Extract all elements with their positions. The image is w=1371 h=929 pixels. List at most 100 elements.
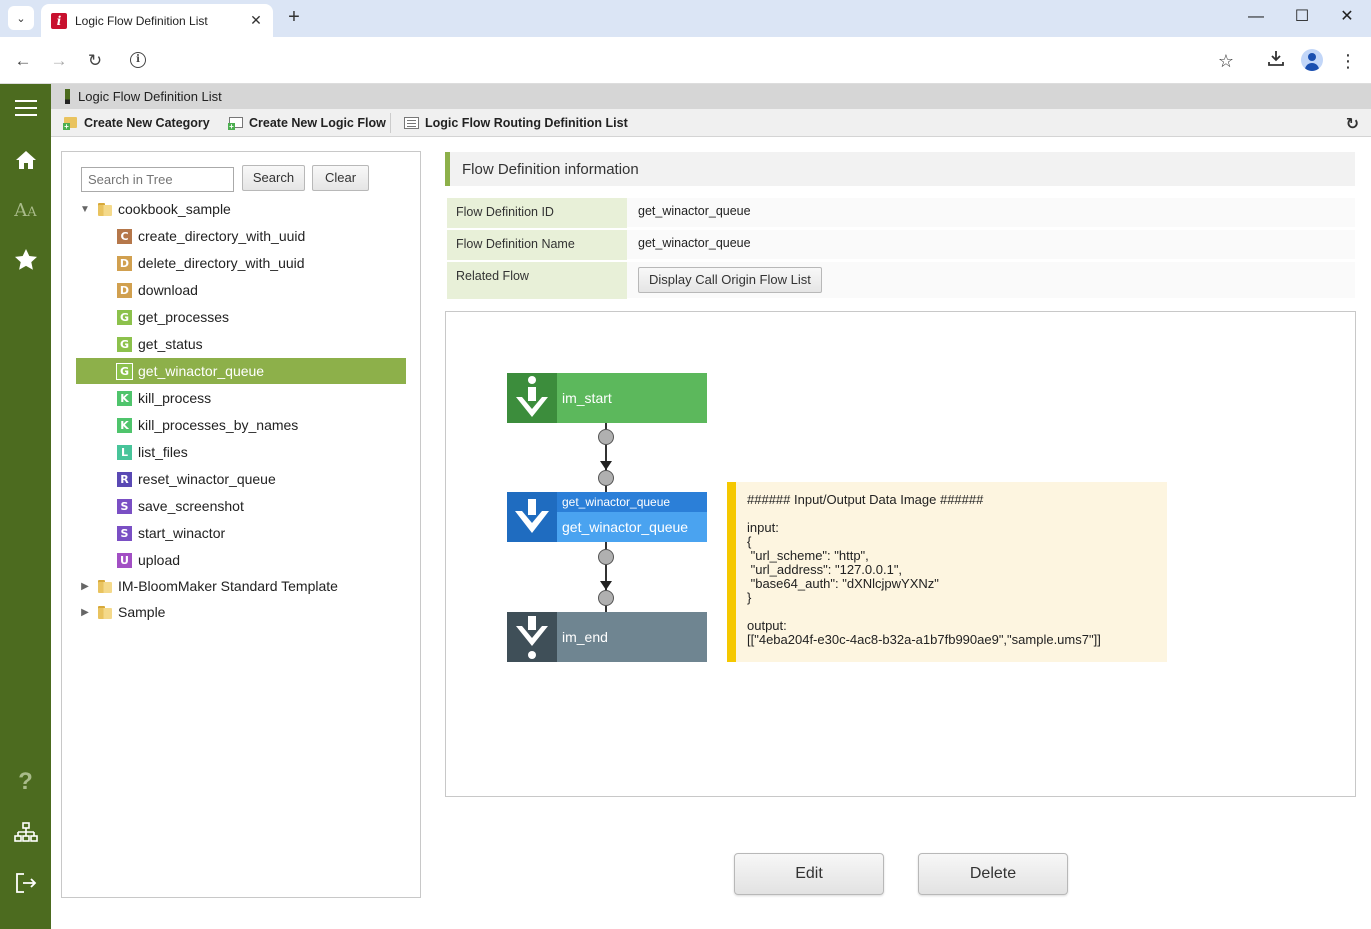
tree-item-label: reset_winactor_queue [138,471,276,487]
bookmark-star-icon[interactable]: ☆ [1213,48,1239,74]
home-icon[interactable] [0,142,51,178]
tree-search-input[interactable] [81,167,234,192]
reload-icon[interactable]: ↻ [82,48,108,74]
tree-item-label: download [138,282,198,298]
flow-node-start[interactable]: im_start [507,373,707,423]
flow-node-task[interactable]: get_winactor_queue get_winactor_queue [507,492,707,542]
collapsed-triangle-icon[interactable]: ▶ [78,607,92,618]
tree-item-label: upload [138,552,181,568]
category-tree-panel: Search Clear ▼ cookbook_sample C create_… [61,151,421,898]
tree-item[interactable]: D delete_directory_with_uuid [117,252,305,274]
tree-item-label: start_winactor [138,525,226,541]
flow-node-end[interactable]: im_end [507,612,707,662]
flow-badge-icon: R [117,471,132,487]
tree-item[interactable]: U upload [117,549,180,571]
tree-folder-sample[interactable]: ▶ Sample [78,601,165,623]
task-arrow-icon [507,492,557,542]
tree-clear-button[interactable]: Clear [312,165,369,191]
info-row-name: Flow Definition Name get_winactor_queue [447,230,1355,260]
tree-item[interactable]: C create_directory_with_uuid [117,225,305,247]
flow-canvas: im_start get_winactor_queue get_winactor… [445,311,1356,797]
display-call-origin-button[interactable]: Display Call Origin Flow List [638,267,822,293]
info-value: get_winactor_queue [627,230,1355,260]
hamburger-menu-icon[interactable] [0,90,51,126]
window-close-button[interactable]: ✕ [1324,6,1370,30]
info-value: get_winactor_queue [627,198,1355,228]
title-marker-icon [65,89,70,104]
tree-folder-bloommaker-template[interactable]: ▶ IM-BloomMaker Standard Template [78,575,338,597]
info-value: Display Call Origin Flow List [627,262,1355,299]
connector-handle[interactable] [598,470,614,486]
new-tab-button[interactable]: + [282,6,306,30]
flow-badge-icon: G [117,309,132,325]
tree-item[interactable]: K kill_processes_by_names [117,414,298,436]
create-logic-flow-button[interactable]: + Create New Logic Flow [228,109,386,137]
flow-badge-icon: S [117,525,132,541]
toolbar-divider [390,113,391,133]
tree-item[interactable]: G get_status [117,333,203,355]
tree-item[interactable]: K kill_process [117,387,211,409]
tree-item[interactable]: R reset_winactor_queue [117,468,276,490]
flow-badge-icon: C [117,228,132,244]
browser-tab[interactable]: i Logic Flow Definition List ✕ [41,4,273,37]
collapsed-triangle-icon[interactable]: ▶ [78,581,92,592]
delete-button[interactable]: Delete [918,853,1068,895]
routing-list-button[interactable]: Logic Flow Routing Definition List [404,109,628,137]
site-info-icon[interactable]: i [130,52,146,68]
start-arrow-icon [507,373,557,423]
font-size-icon[interactable]: AA [0,192,51,228]
info-label: Related Flow [447,262,627,299]
browser-tabbar: ⌄ i Logic Flow Definition List ✕ + — ☐ ✕ [0,0,1371,37]
expanded-triangle-icon[interactable]: ▼ [78,204,92,215]
tree-item-label: kill_processes_by_names [138,417,299,433]
tab-close-icon[interactable]: ✕ [245,12,267,29]
section-title: Flow Definition information [445,152,1355,186]
tree-item-selected[interactable]: G get_winactor_queue [76,358,406,384]
info-row-id: Flow Definition ID get_winactor_queue [447,198,1355,228]
tree-search-button[interactable]: Search [242,165,305,191]
connector-handle[interactable] [598,590,614,606]
tab-search-button[interactable]: ⌄ [8,6,34,30]
flow-node-label: im_start [562,390,612,406]
maximize-button[interactable]: ☐ [1279,6,1325,30]
flow-badge-icon: G [116,362,133,380]
list-icon [404,116,419,130]
tab-title: Logic Flow Definition List [75,13,208,28]
tree-item[interactable]: L list_files [117,441,188,463]
tree-folder-cookbook-sample[interactable]: ▼ cookbook_sample [78,198,231,220]
folder-label: Sample [118,604,166,620]
side-navigation: AA ? [0,84,51,929]
tree-item[interactable]: S start_winactor [117,522,225,544]
favorite-star-icon[interactable] [0,242,51,278]
tree-item[interactable]: G get_processes [117,306,229,328]
flow-node-label: im_end [562,629,608,645]
refresh-icon[interactable]: ↻ [1346,114,1359,134]
tree-item-label: get_processes [138,309,230,325]
browser-menu-icon[interactable]: ⋮ [1335,48,1361,74]
edit-button[interactable]: Edit [734,853,884,895]
toolbar: + Create New Category + Create New Logic… [51,109,1371,137]
connector-handle[interactable] [598,429,614,445]
forward-arrow-icon[interactable]: → [46,48,72,74]
tree-item-label: list_files [138,444,188,460]
flow-note[interactable]: ###### Input/Output Data Image ###### in… [727,482,1167,662]
flow-node-label: get_winactor_queue [557,512,707,542]
flow-badge-icon: G [117,336,132,352]
tree-item[interactable]: S save_screenshot [117,495,244,517]
minimize-button[interactable]: — [1233,6,1279,30]
flow-badge-icon: K [117,390,132,406]
logout-icon[interactable] [0,865,51,901]
folder-label: cookbook_sample [118,201,231,217]
page-title-bar: Logic Flow Definition List [51,84,1371,109]
help-icon[interactable]: ? [0,764,51,800]
sitemap-icon[interactable] [0,815,51,851]
tree-item[interactable]: D download [117,279,198,301]
create-category-button[interactable]: + Create New Category [63,109,210,137]
connector-handle[interactable] [598,549,614,565]
arrow-down-icon [600,461,612,470]
download-icon[interactable] [1263,48,1289,74]
info-label: Flow Definition Name [447,230,627,260]
profile-avatar[interactable] [1301,49,1323,71]
browser-addressbar: ← → ↻ i ☆ ⋮ [0,37,1371,84]
back-arrow-icon[interactable]: ← [10,48,36,74]
